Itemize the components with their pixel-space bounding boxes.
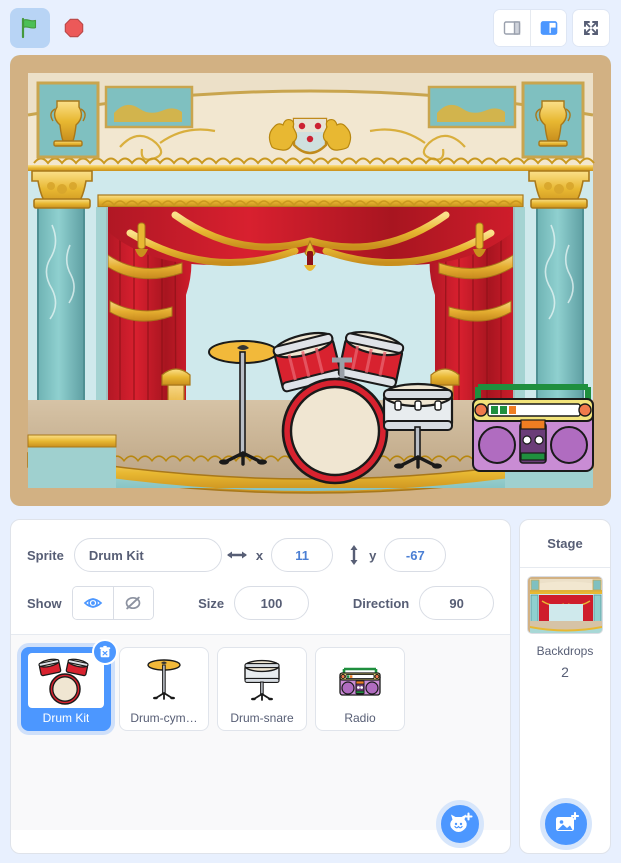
y-position-value: -67 bbox=[405, 547, 425, 563]
image-plus-icon bbox=[556, 811, 579, 831]
cymbal-icon bbox=[147, 658, 181, 700]
sprite-name-input[interactable]: Drum Kit bbox=[73, 538, 222, 572]
sprite-item-label: Drum Kit bbox=[42, 711, 90, 725]
direction-input[interactable]: 90 bbox=[419, 586, 494, 620]
stage-panel-title: Stage bbox=[520, 520, 610, 568]
small-stage-layout-button[interactable] bbox=[494, 9, 530, 46]
choose-backdrop-button[interactable] bbox=[540, 798, 592, 850]
show-label: Show bbox=[27, 595, 62, 611]
sprite-name-value: Drum Kit bbox=[88, 547, 144, 563]
green-flag-icon bbox=[21, 17, 37, 38]
backdrops-count: 2 bbox=[561, 664, 569, 680]
sprite-info-panel: Sprite Drum Kit x 11 y -67 Show Size 100… bbox=[10, 519, 511, 854]
sprite-item-label: Radio bbox=[344, 711, 376, 725]
sprite-thumbnail-drum-snare bbox=[224, 653, 300, 708]
sprite-visibility-row: Show Size 100 Direction 90 bbox=[27, 582, 494, 624]
sprite-item-drum-kit[interactable]: Drum Kit bbox=[21, 639, 118, 731]
stop-octagon-icon bbox=[64, 18, 84, 37]
x-position-value: 11 bbox=[295, 547, 309, 563]
sprite-thumbnail-drum-kit bbox=[28, 653, 104, 708]
sprite-item-label: Drum-snare bbox=[230, 711, 294, 725]
sprite-selector-list: Drum Kit Drum-cym… Drum-snare Radio bbox=[11, 634, 510, 830]
radio-boombox-icon bbox=[339, 667, 381, 696]
stage-controls-toolbar bbox=[0, 0, 621, 55]
trash-icon bbox=[99, 645, 111, 658]
fullscreen-button[interactable] bbox=[573, 9, 609, 46]
delete-sprite-button[interactable] bbox=[92, 639, 118, 665]
y-position-input[interactable]: -67 bbox=[384, 538, 447, 572]
choose-sprite-button[interactable] bbox=[436, 800, 484, 848]
small-stage-icon bbox=[503, 20, 521, 35]
x-label: x bbox=[255, 547, 264, 563]
direction-label: Direction bbox=[352, 595, 410, 611]
y-label: y bbox=[369, 547, 377, 563]
theater-backdrop-thumb-icon bbox=[528, 577, 602, 633]
backdrops-label: Backdrops bbox=[536, 644, 594, 658]
sprite-item-label: Drum-cym… bbox=[130, 711, 198, 725]
eye-icon bbox=[83, 598, 103, 608]
sprite-item-drum-cymbal[interactable]: Drum-cym… bbox=[119, 647, 209, 731]
y-axis-icon bbox=[347, 544, 361, 566]
run-controls bbox=[10, 7, 94, 48]
eye-crossed-icon bbox=[126, 596, 141, 610]
sprite-item-drum-snare[interactable]: Drum-snare bbox=[217, 647, 307, 731]
layout-controls bbox=[494, 9, 609, 46]
stage-thumbnail[interactable] bbox=[527, 576, 603, 634]
size-label: Size bbox=[198, 595, 225, 611]
sprite-name-row: Sprite Drum Kit x 11 y -67 bbox=[27, 534, 494, 576]
sprite-item-radio[interactable]: Radio bbox=[315, 647, 405, 731]
stage-backdrop-theater bbox=[10, 55, 611, 506]
stage-sprite-radio bbox=[472, 384, 594, 472]
direction-value: 90 bbox=[449, 595, 464, 611]
snare-drum-icon bbox=[244, 659, 280, 701]
fullscreen-arrows-icon bbox=[584, 20, 598, 35]
drum-kit-icon bbox=[38, 658, 89, 705]
large-stage-layout-button[interactable] bbox=[530, 9, 566, 46]
x-position-input[interactable]: 11 bbox=[271, 538, 334, 572]
sprite-thumbnail-radio bbox=[322, 653, 398, 708]
show-visible-button[interactable] bbox=[72, 587, 113, 619]
stop-button[interactable] bbox=[54, 8, 94, 48]
show-toggle-group bbox=[71, 586, 155, 620]
large-stage-icon bbox=[540, 20, 557, 35]
size-value: 100 bbox=[260, 595, 283, 611]
sprite-label: Sprite bbox=[27, 547, 64, 563]
x-axis-icon bbox=[226, 547, 248, 563]
stage-size-toggle-group bbox=[494, 9, 566, 46]
show-hidden-button[interactable] bbox=[112, 587, 154, 619]
sprite-thumbnail-drum-cymbal bbox=[126, 653, 202, 708]
size-input[interactable]: 100 bbox=[234, 586, 309, 620]
sprite-properties: Sprite Drum Kit x 11 y -67 Show Size 100… bbox=[11, 520, 510, 634]
stage-canvas[interactable] bbox=[10, 55, 611, 506]
green-flag-button[interactable] bbox=[10, 7, 50, 48]
stage-thumbnail-wrap: Backdrops 2 bbox=[520, 568, 610, 680]
cat-plus-icon bbox=[450, 812, 473, 832]
